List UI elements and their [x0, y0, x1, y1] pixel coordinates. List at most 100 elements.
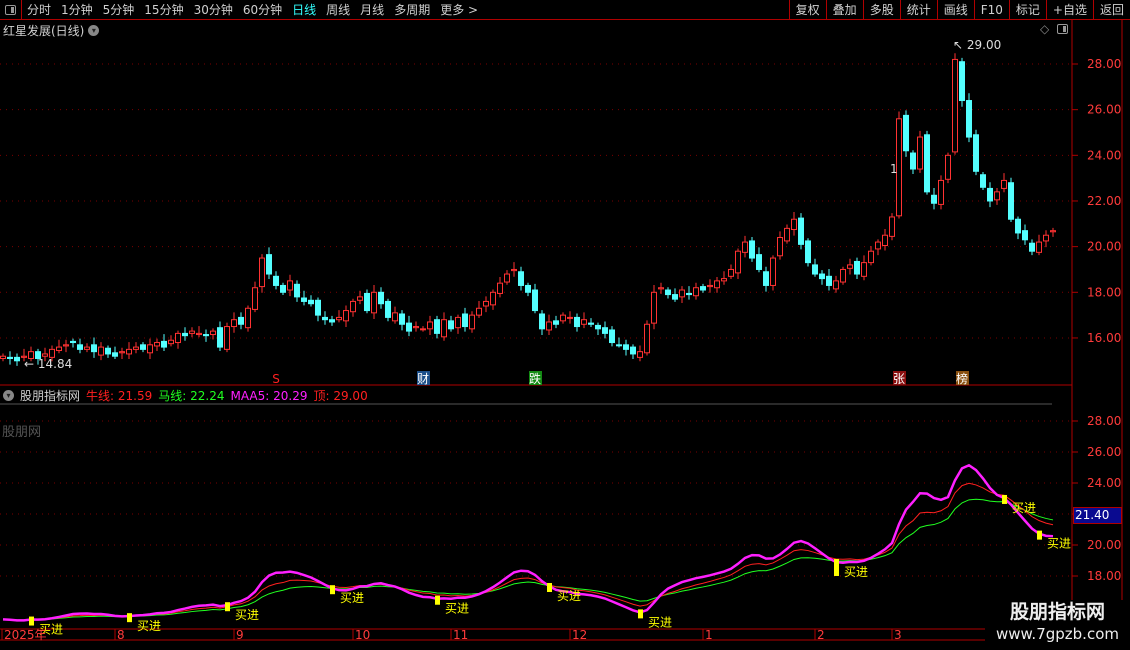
candle: [539, 310, 545, 335]
candle-body: [609, 329, 615, 344]
candle: [420, 326, 426, 332]
candle: [840, 266, 846, 285]
kline-chart[interactable]: 28.00 26.00 24.00 22.00 20.00 18.00 16.00 28.00…: [0, 0, 1130, 650]
candle-body: [742, 241, 748, 253]
candle: [532, 283, 538, 314]
candle-body: [980, 174, 986, 188]
candle-body: [406, 322, 412, 332]
candle: [301, 290, 307, 306]
candle: [266, 247, 272, 280]
main-panel-toggle[interactable]: [1057, 24, 1068, 34]
candle-body: [847, 264, 853, 269]
candle-body: [644, 323, 650, 354]
candle: [882, 229, 888, 251]
candle: [105, 345, 111, 358]
candle-body: [1029, 242, 1035, 252]
candle: [903, 110, 909, 157]
event-marker: S: [272, 372, 280, 386]
candle-body: [420, 328, 426, 331]
candle-body: [42, 353, 48, 357]
candle: [595, 322, 601, 335]
price-tick-label: 22.00: [1087, 194, 1121, 208]
candle: [637, 345, 643, 362]
candle-body: [70, 340, 76, 344]
candle: [945, 152, 951, 184]
candle: [651, 284, 657, 330]
candle-body: [434, 319, 440, 334]
indicator-header: ▾ 股朋指标网 牛线: 21.59 马线: 22.24 MAA5: 20.29 …: [3, 387, 368, 404]
candle-body: [371, 291, 377, 314]
date-label: 12: [572, 628, 587, 642]
candle-body: [483, 300, 489, 307]
candle: [385, 298, 391, 322]
candle: [217, 321, 223, 351]
candle: [693, 282, 699, 300]
candle: [210, 328, 216, 340]
candle: [735, 248, 741, 280]
candle-body: [784, 227, 790, 242]
diamond-icon[interactable]: ◇: [1040, 22, 1049, 36]
candle: [784, 224, 790, 244]
candle-body: [798, 217, 804, 245]
candle: [133, 342, 139, 354]
candle: [238, 312, 244, 330]
candle: [602, 321, 608, 339]
candle-body: [364, 292, 370, 312]
candle-body: [595, 324, 601, 330]
candle-body: [868, 250, 874, 264]
candle-body: [1015, 218, 1021, 234]
candle-body: [581, 319, 587, 325]
candle: [917, 130, 923, 173]
indicator-name[interactable]: 股朋指标网: [20, 387, 80, 404]
candle: [154, 338, 160, 351]
candle-body: [168, 339, 174, 345]
candle-body: [665, 289, 671, 296]
candle: [567, 311, 573, 324]
high-price-value: 29.00: [966, 38, 1002, 52]
candle-body: [448, 320, 454, 330]
candle-body: [210, 330, 216, 336]
candle: [350, 298, 356, 317]
candle-body: [238, 316, 244, 325]
candle-body: [455, 316, 461, 329]
watermark-title: 股朋指标网: [1009, 601, 1105, 623]
candle-body: [553, 320, 559, 325]
chevron-down-icon[interactable]: ▾: [3, 390, 14, 401]
candle-body: [756, 254, 762, 270]
buy-signal-label: 买进: [340, 591, 364, 605]
date-label: 9: [236, 628, 244, 642]
candle-body: [903, 114, 909, 152]
candle-body: [917, 136, 923, 170]
candle: [973, 129, 979, 176]
candle-body: [539, 313, 545, 330]
candle-body: [140, 344, 146, 350]
candle-body: [84, 346, 90, 350]
candle-body: [889, 216, 895, 237]
candle-body: [441, 319, 447, 338]
indicator-watermark: 股朋网: [2, 425, 42, 440]
candle-body: [392, 312, 398, 322]
candle: [553, 315, 559, 329]
candle: [714, 277, 720, 293]
marker-one: 1: [890, 162, 898, 176]
candle-body: [777, 237, 783, 257]
candle: [378, 287, 384, 309]
candle: [588, 318, 594, 328]
date-label: 1: [705, 628, 713, 642]
candle: [756, 247, 762, 273]
candle: [140, 342, 146, 353]
candle-body: [1008, 182, 1014, 220]
candle: [609, 326, 615, 347]
indicator-tick-label: 20.00: [1087, 538, 1121, 552]
candle: [665, 287, 671, 299]
candle: [623, 339, 629, 356]
candle: [707, 279, 713, 293]
candle: [1043, 230, 1049, 248]
buy-signal-label: 买进: [557, 589, 581, 603]
candle: [994, 187, 1000, 205]
candle-body: [1043, 234, 1049, 242]
candle: [490, 289, 496, 310]
candle: [560, 312, 566, 324]
candle-body: [574, 316, 580, 328]
candle: [630, 344, 636, 359]
